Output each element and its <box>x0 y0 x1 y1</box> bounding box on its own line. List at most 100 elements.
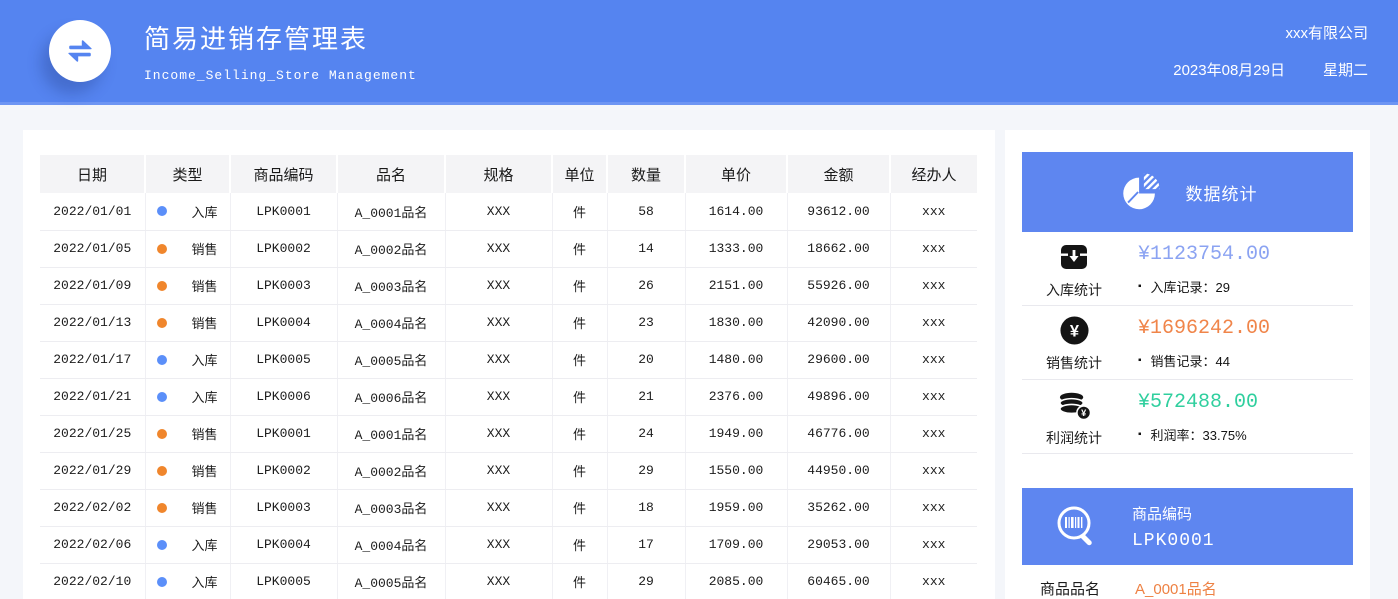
cell-amount[interactable]: 55926.00 <box>787 267 891 305</box>
cell-type[interactable]: 入库 <box>145 341 231 379</box>
cell-date[interactable]: 2022/01/01 <box>40 193 146 231</box>
cell-unit[interactable]: 件 <box>552 341 608 379</box>
cell-price[interactable]: 2151.00 <box>685 267 788 305</box>
cell-price[interactable]: 1959.00 <box>685 489 788 527</box>
cell-amount[interactable]: 35262.00 <box>787 489 891 527</box>
table-row[interactable]: 2022/01/29 销售 LPK0002 A_0002品名 XXX 件 29 … <box>40 452 977 490</box>
cell-spec[interactable]: XXX <box>445 526 553 564</box>
table-row[interactable]: 2022/01/25 销售 LPK0001 A_0001品名 XXX 件 24 … <box>40 415 977 453</box>
cell-handler[interactable]: xxx <box>890 526 977 564</box>
cell-handler[interactable]: xxx <box>890 267 977 305</box>
cell-spec[interactable]: XXX <box>445 415 553 453</box>
cell-qty[interactable]: 14 <box>607 230 686 268</box>
cell-name[interactable]: A_0002品名 <box>337 452 446 490</box>
table-row[interactable]: 2022/01/01 入库 LPK0001 A_0001品名 XXX 件 58 … <box>40 193 977 231</box>
table-row[interactable]: 2022/01/09 销售 LPK0003 A_0003品名 XXX 件 26 … <box>40 267 977 305</box>
cell-date[interactable]: 2022/01/29 <box>40 452 146 490</box>
cell-spec[interactable]: XXX <box>445 378 553 416</box>
cell-date[interactable]: 2022/01/09 <box>40 267 146 305</box>
cell-code[interactable]: LPK0003 <box>230 489 338 527</box>
cell-unit[interactable]: 件 <box>552 563 608 599</box>
table-row[interactable]: 2022/01/13 销售 LPK0004 A_0004品名 XXX 件 23 … <box>40 304 977 342</box>
cell-date[interactable]: 2022/02/10 <box>40 563 146 599</box>
cell-code[interactable]: LPK0005 <box>230 563 338 599</box>
cell-spec[interactable]: XXX <box>445 452 553 490</box>
cell-qty[interactable]: 18 <box>607 489 686 527</box>
cell-date[interactable]: 2022/02/02 <box>40 489 146 527</box>
cell-type[interactable]: 入库 <box>145 193 231 231</box>
cell-type[interactable]: 销售 <box>145 452 231 490</box>
cell-spec[interactable]: XXX <box>445 341 553 379</box>
cell-qty[interactable]: 29 <box>607 452 686 490</box>
cell-handler[interactable]: xxx <box>890 341 977 379</box>
cell-price[interactable]: 1949.00 <box>685 415 788 453</box>
cell-unit[interactable]: 件 <box>552 304 608 342</box>
cell-spec[interactable]: XXX <box>445 563 553 599</box>
cell-qty[interactable]: 17 <box>607 526 686 564</box>
cell-date[interactable]: 2022/01/25 <box>40 415 146 453</box>
cell-spec[interactable]: XXX <box>445 489 553 527</box>
cell-code[interactable]: LPK0001 <box>230 193 338 231</box>
cell-name[interactable]: A_0005品名 <box>337 563 446 599</box>
table-row[interactable]: 2022/01/05 销售 LPK0002 A_0002品名 XXX 件 14 … <box>40 230 977 268</box>
cell-type[interactable]: 销售 <box>145 230 231 268</box>
cell-type[interactable]: 入库 <box>145 526 231 564</box>
cell-handler[interactable]: xxx <box>890 452 977 490</box>
cell-type[interactable]: 销售 <box>145 415 231 453</box>
cell-unit[interactable]: 件 <box>552 230 608 268</box>
cell-spec[interactable]: XXX <box>445 230 553 268</box>
cell-date[interactable]: 2022/02/06 <box>40 526 146 564</box>
cell-handler[interactable]: xxx <box>890 489 977 527</box>
table-row[interactable]: 2022/02/02 销售 LPK0003 A_0003品名 XXX 件 18 … <box>40 489 977 527</box>
cell-handler[interactable]: xxx <box>890 378 977 416</box>
cell-type[interactable]: 销售 <box>145 304 231 342</box>
cell-unit[interactable]: 件 <box>552 267 608 305</box>
table-row[interactable]: 2022/01/21 入库 LPK0006 A_0006品名 XXX 件 21 … <box>40 378 977 416</box>
cell-name[interactable]: A_0002品名 <box>337 230 446 268</box>
cell-code[interactable]: LPK0001 <box>230 415 338 453</box>
cell-price[interactable]: 1333.00 <box>685 230 788 268</box>
cell-amount[interactable]: 42090.00 <box>787 304 891 342</box>
cell-spec[interactable]: XXX <box>445 193 553 231</box>
cell-name[interactable]: A_0005品名 <box>337 341 446 379</box>
cell-amount[interactable]: 29600.00 <box>787 341 891 379</box>
cell-price[interactable]: 1709.00 <box>685 526 788 564</box>
cell-handler[interactable]: xxx <box>890 304 977 342</box>
cell-type[interactable]: 销售 <box>145 267 231 305</box>
cell-name[interactable]: A_0001品名 <box>337 415 446 453</box>
cell-handler[interactable]: xxx <box>890 563 977 599</box>
table-row[interactable]: 2022/02/10 入库 LPK0005 A_0005品名 XXX 件 29 … <box>40 563 977 599</box>
cell-amount[interactable]: 93612.00 <box>787 193 891 231</box>
cell-price[interactable]: 2085.00 <box>685 563 788 599</box>
cell-unit[interactable]: 件 <box>552 193 608 231</box>
cell-code[interactable]: LPK0006 <box>230 378 338 416</box>
cell-price[interactable]: 1480.00 <box>685 341 788 379</box>
cell-amount[interactable]: 29053.00 <box>787 526 891 564</box>
cell-unit[interactable]: 件 <box>552 452 608 490</box>
cell-date[interactable]: 2022/01/17 <box>40 341 146 379</box>
cell-unit[interactable]: 件 <box>552 489 608 527</box>
cell-qty[interactable]: 20 <box>607 341 686 379</box>
cell-spec[interactable]: XXX <box>445 304 553 342</box>
cell-price[interactable]: 1614.00 <box>685 193 788 231</box>
cell-handler[interactable]: xxx <box>890 415 977 453</box>
cell-amount[interactable]: 46776.00 <box>787 415 891 453</box>
cell-spec[interactable]: XXX <box>445 267 553 305</box>
cell-amount[interactable]: 49896.00 <box>787 378 891 416</box>
cell-qty[interactable]: 58 <box>607 193 686 231</box>
cell-unit[interactable]: 件 <box>552 415 608 453</box>
cell-amount[interactable]: 44950.00 <box>787 452 891 490</box>
cell-handler[interactable]: xxx <box>890 193 977 231</box>
cell-date[interactable]: 2022/01/13 <box>40 304 146 342</box>
cell-price[interactable]: 1830.00 <box>685 304 788 342</box>
cell-handler[interactable]: xxx <box>890 230 977 268</box>
cell-name[interactable]: A_0001品名 <box>337 193 446 231</box>
cell-qty[interactable]: 26 <box>607 267 686 305</box>
cell-type[interactable]: 销售 <box>145 489 231 527</box>
cell-code[interactable]: LPK0004 <box>230 304 338 342</box>
cell-type[interactable]: 入库 <box>145 563 231 599</box>
cell-date[interactable]: 2022/01/05 <box>40 230 146 268</box>
cell-name[interactable]: A_0003品名 <box>337 267 446 305</box>
cell-code[interactable]: LPK0002 <box>230 230 338 268</box>
cell-qty[interactable]: 23 <box>607 304 686 342</box>
